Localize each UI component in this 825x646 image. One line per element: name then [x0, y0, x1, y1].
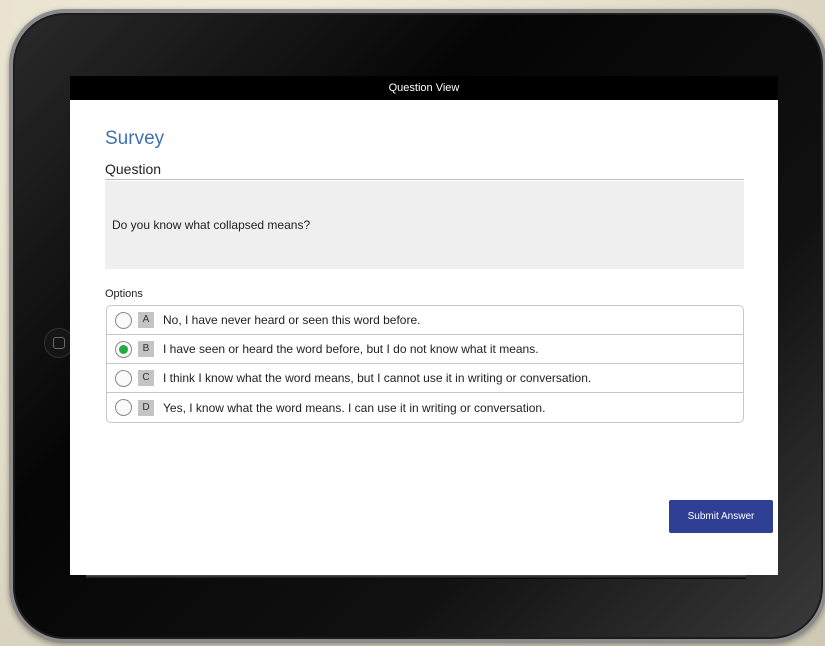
option-letter-badge: A: [138, 312, 154, 328]
tablet-screen: Question View Survey Question Do you kno…: [70, 76, 778, 575]
home-button-icon: [53, 337, 65, 349]
option-a-row[interactable]: A No, I have never heard or seen this wo…: [107, 306, 743, 335]
option-letter-badge: D: [138, 399, 154, 416]
option-b-row[interactable]: B I have seen or heard the word before, …: [107, 335, 743, 364]
question-text-box: Do you know what collapsed means?: [105, 181, 744, 269]
option-text: No, I have never heard or seen this word…: [163, 313, 421, 327]
question-heading: Question: [105, 161, 162, 177]
options-list: A No, I have never heard or seen this wo…: [106, 305, 744, 423]
radio-button-icon[interactable]: [115, 311, 132, 329]
option-d-row[interactable]: D Yes, I know what the word means. I can…: [107, 393, 743, 422]
submit-answer-button[interactable]: Submit Answer: [669, 500, 773, 533]
radio-button-icon[interactable]: [115, 340, 132, 358]
option-c-row[interactable]: C I think I know what the word means, bu…: [107, 364, 743, 393]
options-heading: Options: [105, 288, 143, 300]
question-divider: [105, 179, 744, 180]
radio-button-icon[interactable]: [115, 399, 132, 416]
question-text: Do you know what collapsed means?: [112, 218, 311, 232]
navbar-title: Question View: [388, 82, 460, 94]
screen-bottom-edge: [86, 575, 746, 579]
option-text: Yes, I know what the word means. I can u…: [163, 400, 546, 415]
option-text: I have seen or heard the word before, bu…: [163, 342, 539, 356]
option-letter-badge: C: [138, 370, 154, 386]
option-letter-badge: B: [138, 341, 154, 357]
page-title: Survey: [105, 128, 165, 149]
radio-button-icon[interactable]: [115, 369, 132, 387]
navigation-bar: Question View: [70, 76, 778, 100]
option-text: I think I know what the word means, but …: [163, 371, 592, 385]
